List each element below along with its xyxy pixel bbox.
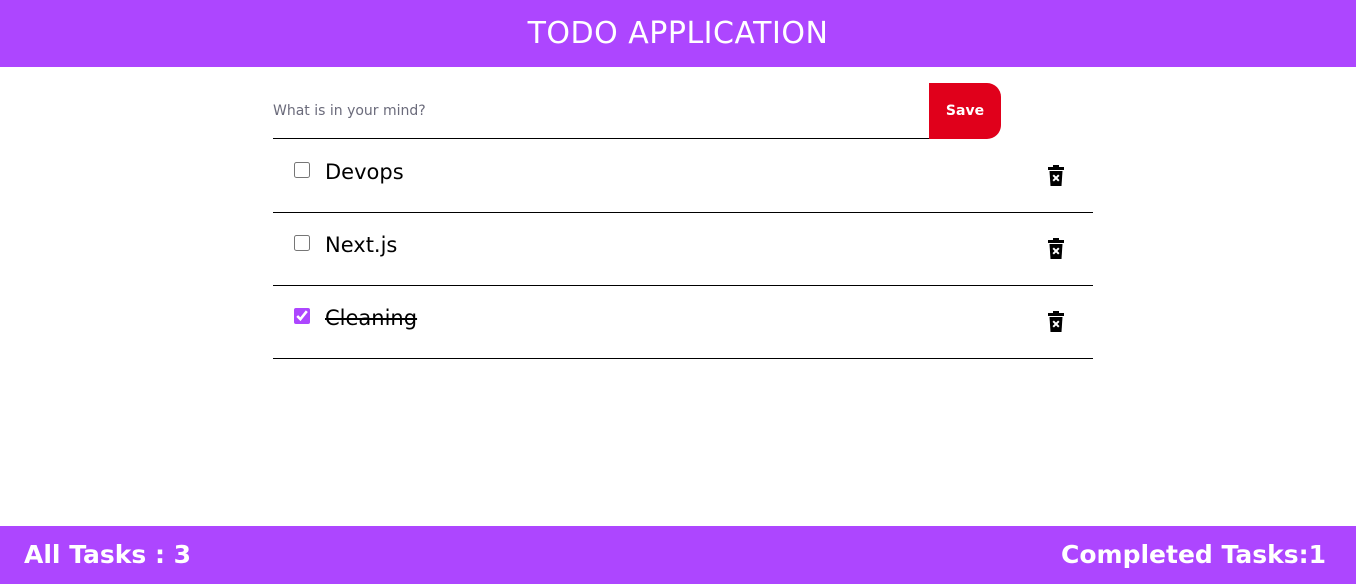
trash-x-icon	[1048, 238, 1064, 259]
task-checkbox[interactable]	[294, 235, 310, 251]
task-input[interactable]	[273, 83, 929, 139]
delete-task-button[interactable]	[1047, 238, 1065, 260]
add-task-form: Save	[273, 83, 1001, 140]
task-checkbox[interactable]	[294, 162, 310, 178]
delete-task-button[interactable]	[1047, 165, 1065, 187]
task-item: Next.js	[273, 213, 1093, 286]
app-footer: All Tasks : 3 Completed Tasks:1	[0, 526, 1356, 584]
all-tasks-count: All Tasks : 3	[24, 540, 192, 569]
delete-task-button[interactable]	[1047, 311, 1065, 333]
save-button[interactable]: Save	[929, 83, 1001, 139]
task-item: Cleaning	[273, 286, 1093, 359]
task-label: Devops	[325, 160, 404, 184]
task-item: Devops	[273, 140, 1093, 213]
app-title: TODO APPLICATION	[527, 16, 829, 51]
app-header: TODO APPLICATION	[0, 0, 1356, 67]
task-label: Cleaning	[325, 306, 418, 330]
task-list: Devops Next.js Cleaning	[273, 140, 1093, 359]
trash-x-icon	[1048, 165, 1064, 186]
completed-tasks-count: Completed Tasks:1	[1061, 540, 1326, 569]
task-checkbox[interactable]	[294, 308, 310, 324]
trash-x-icon	[1048, 311, 1064, 332]
task-label: Next.js	[325, 233, 398, 257]
